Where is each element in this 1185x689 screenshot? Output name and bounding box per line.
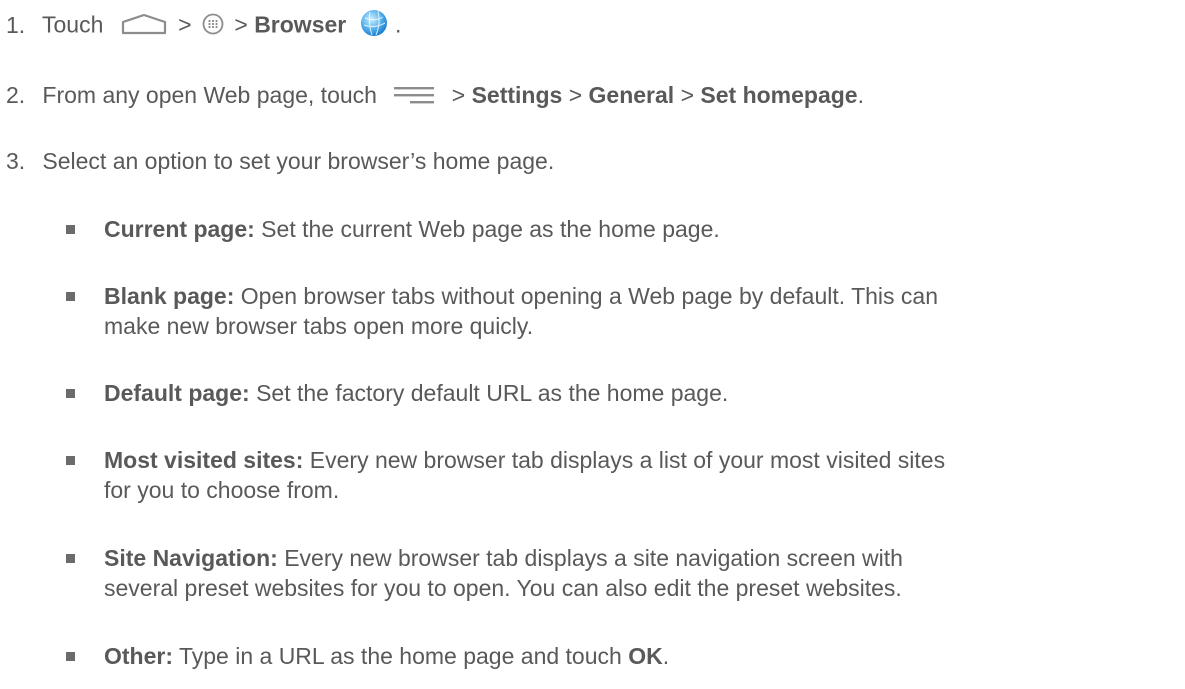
option-description-cont: for you to choose from. [104, 477, 340, 503]
apps-icon [202, 12, 224, 42]
option-description: Set the current Web page as the home pag… [254, 216, 720, 242]
option-label: Other: [104, 643, 173, 669]
period: . [857, 82, 864, 108]
period: . [395, 11, 402, 38]
step-2: 2. From any open Web page, touch > Setti… [6, 80, 864, 112]
option-label: Current page: [104, 216, 255, 242]
bullet-marker [66, 225, 75, 234]
option-label: Most visited sites: [104, 447, 304, 473]
step-text: From any open Web page, touch [42, 82, 377, 108]
bullet-marker [66, 292, 75, 301]
option-description-cont: several preset websites for you to open.… [104, 575, 902, 601]
separator: > [680, 82, 701, 108]
option-site-navigation: Site Navigation: Every new browser tab d… [66, 543, 1164, 603]
settings-label: Settings [471, 82, 563, 108]
option-current-page: Current page: Set the current Web page a… [66, 214, 1164, 244]
bullet-marker [66, 554, 75, 563]
separator: > [178, 11, 198, 38]
step-3: 3. Select an option to set your browser’… [6, 146, 554, 176]
bullet-marker [66, 389, 75, 398]
option-description-cont: make new browser tabs open more quicly. [104, 313, 534, 339]
general-label: General [588, 82, 675, 108]
ok-label: OK [628, 643, 663, 669]
option-description: Set the factory default URL as the home … [249, 380, 729, 406]
option-description: Every new browser tab displays a list of… [303, 447, 946, 473]
option-description: Open browser tabs without opening a Web … [234, 283, 939, 309]
step-number: 1. [6, 11, 26, 38]
separator: > [568, 82, 589, 108]
separator: > [451, 82, 472, 108]
bullet-marker [66, 456, 75, 465]
separator: > [234, 11, 255, 38]
option-most-visited: Most visited sites: Every new browser ta… [66, 445, 1164, 505]
option-label: Blank page: [104, 283, 235, 309]
option-description: Every new browser tab displays a site na… [277, 545, 903, 571]
step-text: Touch [41, 11, 104, 38]
step-1: 1. Touch > > Browser . [6, 8, 401, 45]
option-label: Default page: [104, 380, 250, 406]
set-homepage-label: Set homepage [700, 82, 858, 108]
step-text: Select an option to set your browser’s h… [42, 148, 555, 174]
instruction-document: 1. Touch > > Browser . 2. From any open … [0, 0, 1185, 689]
option-default-page: Default page: Set the factory default UR… [66, 378, 1164, 408]
browser-label: Browser [254, 11, 347, 38]
step-number: 2. [6, 82, 26, 108]
browser-globe-icon [359, 8, 389, 45]
bullet-marker [66, 652, 75, 661]
step-number: 3. [6, 148, 26, 174]
option-blank-page: Blank page: Open browser tabs without op… [66, 281, 1164, 341]
option-description: Type in a URL as the home page and touch [173, 643, 629, 669]
option-label: Site Navigation: [104, 545, 278, 571]
menu-icon [393, 82, 435, 112]
period: . [662, 643, 670, 669]
home-icon [120, 12, 168, 42]
option-other: Other: Type in a URL as the home page an… [66, 641, 1164, 671]
